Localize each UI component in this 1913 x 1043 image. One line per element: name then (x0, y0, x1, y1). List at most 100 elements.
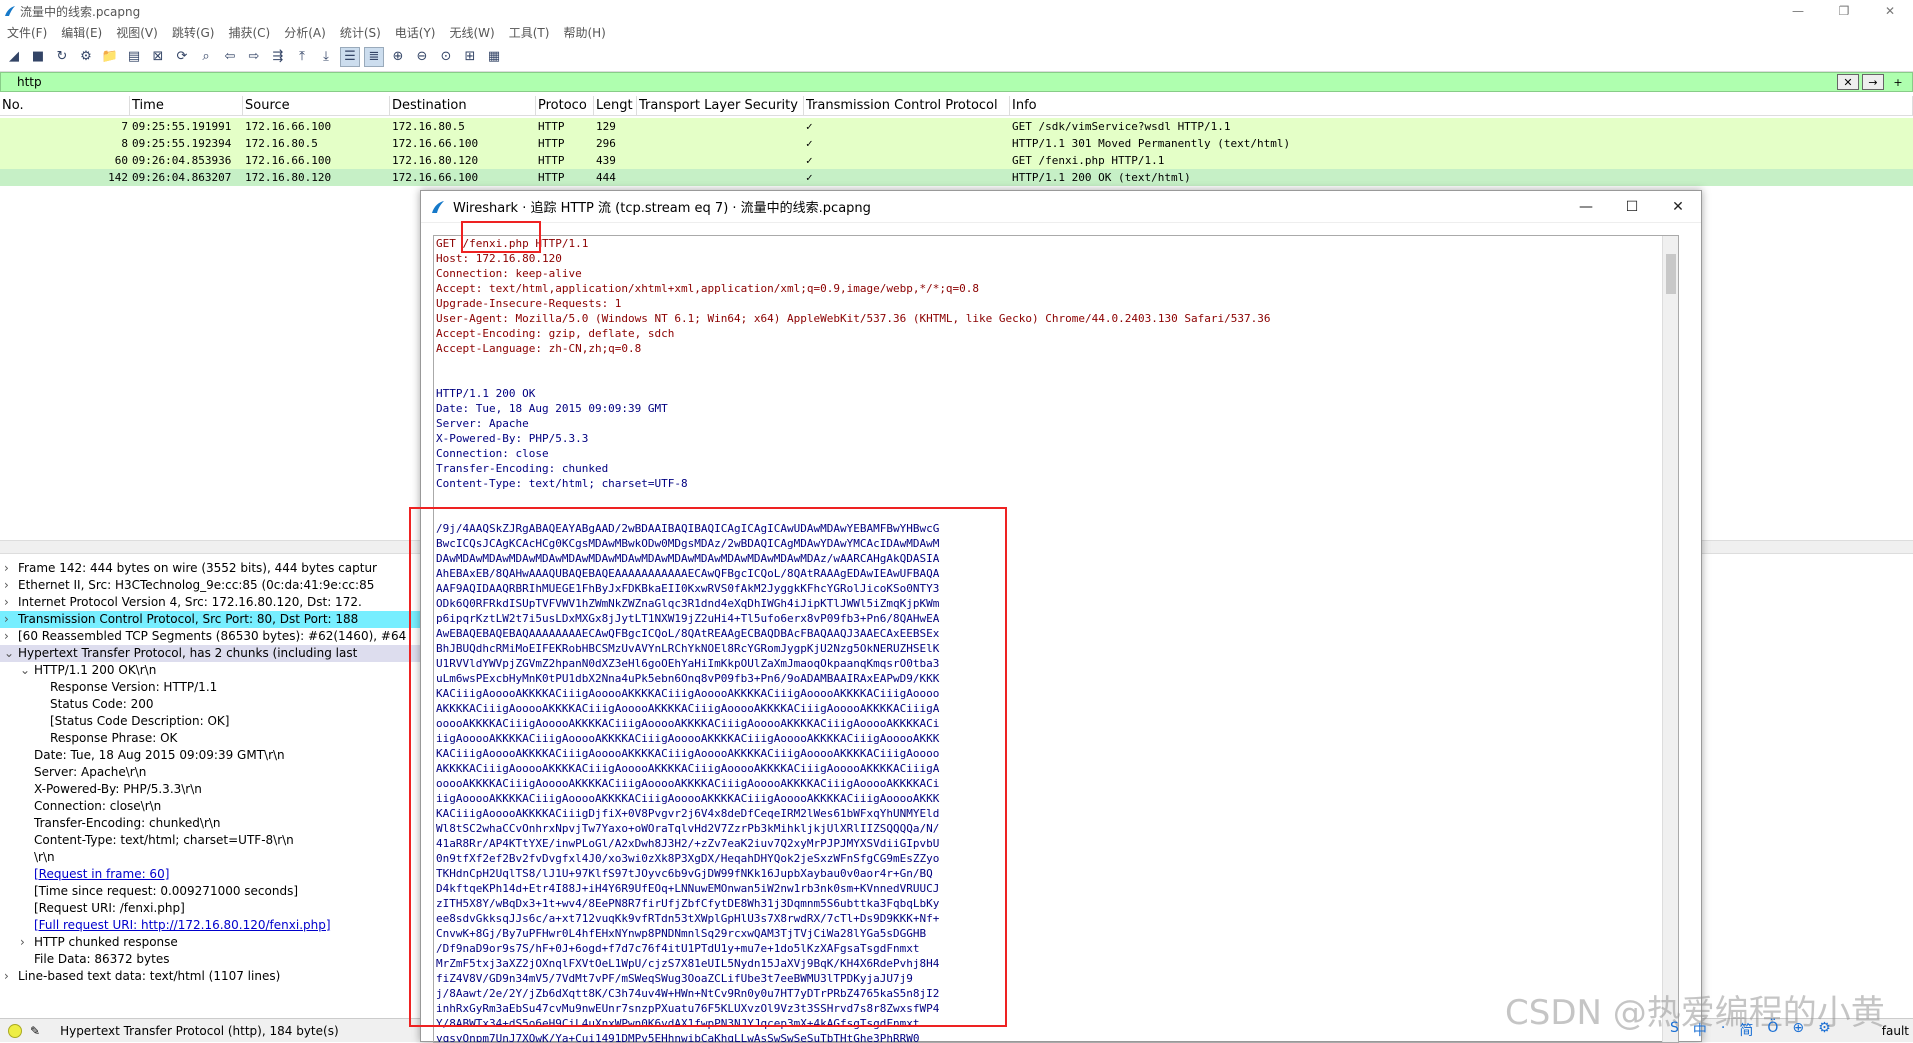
tray-settings-icon[interactable]: ⚙ (1818, 1020, 1831, 1040)
detail-tree-item[interactable]: File Data: 86372 bytes (0, 951, 420, 968)
find-packet-icon[interactable]: ⌕ (196, 47, 216, 67)
tray-simplified-icon[interactable]: 简 (1739, 1020, 1753, 1040)
tray-emoji-icon[interactable]: Ö (1767, 1020, 1778, 1040)
edit-comment-icon[interactable]: ✎ (30, 1024, 40, 1038)
stop-capture-icon[interactable]: ■ (28, 47, 48, 67)
status-profile[interactable]: fault (1882, 1024, 1909, 1038)
menu-go[interactable]: 跳转(G) (165, 24, 222, 41)
resize-columns-icon[interactable]: ⊞ (460, 47, 480, 67)
expand-icon[interactable]: ▦ (484, 47, 504, 67)
display-filter-input[interactable] (1, 73, 1837, 91)
packet-row[interactable]: 60 09:26:04.853936 172.16.66.100 172.16.… (0, 152, 1913, 169)
dialog-close-button[interactable]: ✕ (1655, 191, 1701, 223)
col-tcp[interactable]: Transmission Control Protocol (804, 96, 1010, 115)
zoom-out-icon[interactable]: ⊖ (412, 47, 432, 67)
detail-tree-item[interactable]: Status Code: 200 (0, 696, 420, 713)
expand-down-icon[interactable]: ⌄ (4, 645, 18, 662)
stream-scroll-thumb[interactable] (1666, 254, 1676, 294)
detail-tree-item[interactable]: Date: Tue, 18 Aug 2015 09:09:39 GMT\r\n (0, 747, 420, 764)
detail-tree-item[interactable]: [Full request URI: http://172.16.80.120/… (0, 917, 420, 934)
detail-tree-item[interactable]: [Status Code Description: OK] (0, 713, 420, 730)
menu-view[interactable]: 视图(V) (109, 24, 165, 41)
detail-tree-item[interactable]: Server: Apache\r\n (0, 764, 420, 781)
detail-tree-label[interactable]: [Request in frame: 60] (34, 867, 169, 881)
menu-wireless[interactable]: 无线(W) (443, 24, 502, 41)
menu-analyze[interactable]: 分析(A) (277, 24, 333, 41)
expand-down-icon[interactable]: ⌄ (20, 662, 34, 679)
restart-capture-icon[interactable]: ↻ (52, 47, 72, 67)
detail-tree-item[interactable]: › HTTP chunked response (0, 934, 420, 951)
reload-file-icon[interactable]: ⟳ (172, 47, 192, 67)
detail-tree-item[interactable]: Content-Type: text/html; charset=UTF-8\r… (0, 832, 420, 849)
detail-tree-item[interactable]: Transfer-Encoding: chunked\r\n (0, 815, 420, 832)
restore-button[interactable]: ❐ (1821, 0, 1867, 22)
packet-row[interactable]: 8 09:25:55.192394 172.16.80.5 172.16.66.… (0, 135, 1913, 152)
packet-row-selected[interactable]: 142 09:26:04.863207 172.16.80.120 172.16… (0, 169, 1913, 186)
detail-tree-item[interactable]: › Transmission Control Protocol, Src Port… (0, 611, 420, 628)
detail-tree-item[interactable]: [Request in frame: 60] (0, 866, 420, 883)
col-no[interactable]: No. (0, 96, 130, 115)
stream-vscrollbar[interactable] (1662, 236, 1678, 1042)
first-packet-icon[interactable]: ⤒ (292, 47, 312, 67)
close-file-icon[interactable]: ⊠ (148, 47, 168, 67)
start-capture-icon[interactable]: ◢ (4, 47, 24, 67)
detail-tree-item[interactable]: › [60 Reassembled TCP Segments (86530 byt… (0, 628, 420, 645)
col-source[interactable]: Source (243, 96, 390, 115)
expand-right-icon[interactable]: › (4, 594, 18, 611)
detail-tree-item[interactable]: [Request URI: /fenxi.php] (0, 900, 420, 917)
close-button[interactable]: ✕ (1867, 0, 1913, 22)
detail-tree-item[interactable]: › Line-based text data: text/html (1107 l… (0, 968, 420, 985)
detail-tree-item[interactable]: Response Phrase: OK (0, 730, 420, 747)
expand-right-icon[interactable]: › (20, 934, 34, 951)
colorize-icon[interactable]: ≣ (364, 46, 384, 67)
expand-right-icon[interactable]: › (4, 968, 18, 985)
capture-options-icon[interactable]: ⚙ (76, 47, 96, 67)
save-file-icon[interactable]: ▤ (124, 47, 144, 67)
detail-tree-item[interactable]: X-Powered-By: PHP/5.3.3\r\n (0, 781, 420, 798)
detail-tree-item[interactable]: [Time since request: 0.009271000 seconds… (0, 883, 420, 900)
zoom-normal-icon[interactable]: ⊙ (436, 47, 456, 67)
detail-tree-item[interactable]: › Ethernet II, Src: H3CTechnolog_9e:cc:85… (0, 577, 420, 594)
apply-filter-icon[interactable]: → (1862, 74, 1884, 90)
col-destination[interactable]: Destination (390, 96, 536, 115)
menu-capture[interactable]: 捕获(C) (221, 24, 277, 41)
tray-network-icon[interactable]: ⊕ (1792, 1020, 1804, 1040)
minimize-button[interactable]: — (1775, 0, 1821, 22)
add-filter-button-icon[interactable]: + (1887, 74, 1909, 90)
dialog-minimize-button[interactable]: — (1563, 191, 1609, 223)
menu-telephony[interactable]: 电话(Y) (388, 24, 443, 41)
last-packet-icon[interactable]: ⤓ (316, 47, 336, 67)
detail-tree-item[interactable]: ⌄ Hypertext Transfer Protocol, has 2 chun… (0, 645, 420, 662)
clear-filter-icon[interactable]: ✕ (1837, 74, 1859, 90)
tray-punct-icon[interactable]: · (1721, 1020, 1725, 1040)
col-tls[interactable]: Transport Layer Security (637, 96, 804, 115)
expand-right-icon[interactable]: › (4, 577, 18, 594)
expand-right-icon[interactable]: › (4, 560, 18, 577)
zoom-in-icon[interactable]: ⊕ (388, 47, 408, 67)
tray-ime-icon[interactable]: 中 (1693, 1020, 1707, 1040)
detail-tree-item[interactable]: › Frame 142: 444 bytes on wire (3552 bits… (0, 560, 420, 577)
menu-statistics[interactable]: 统计(S) (333, 24, 388, 41)
detail-tree-item[interactable]: \r\n (0, 849, 420, 866)
autoscroll-icon[interactable]: ☰ (340, 46, 360, 67)
detail-tree-item[interactable]: ⌄ HTTP/1.1 200 OK\r\n (0, 662, 420, 679)
col-protocol[interactable]: Protoco (536, 96, 594, 115)
dialog-maximize-button[interactable]: ☐ (1609, 191, 1655, 223)
go-to-packet-icon[interactable]: ⇶ (268, 47, 288, 67)
open-file-icon[interactable]: 📁 (100, 47, 120, 67)
menu-file[interactable]: 文件(F) (0, 24, 54, 41)
go-back-icon[interactable]: ⇦ (220, 47, 240, 67)
col-info[interactable]: Info (1010, 96, 1913, 115)
go-forward-icon[interactable]: ⇨ (244, 47, 264, 67)
expand-right-icon[interactable]: › (4, 611, 18, 628)
detail-tree-item[interactable]: Connection: close\r\n (0, 798, 420, 815)
menu-help[interactable]: 帮助(H) (556, 24, 612, 41)
tray-sogou-icon[interactable]: S (1670, 1020, 1679, 1040)
col-length[interactable]: Lengt (594, 96, 637, 115)
detail-tree-item[interactable]: › Internet Protocol Version 4, Src: 172.1… (0, 594, 420, 611)
menu-edit[interactable]: 编辑(E) (54, 24, 109, 41)
detail-tree-label[interactable]: [Full request URI: http://172.16.80.120/… (34, 918, 331, 932)
expert-info-icon[interactable] (8, 1023, 22, 1038)
menu-tools[interactable]: 工具(T) (502, 24, 557, 41)
expand-right-icon[interactable]: › (4, 628, 18, 645)
